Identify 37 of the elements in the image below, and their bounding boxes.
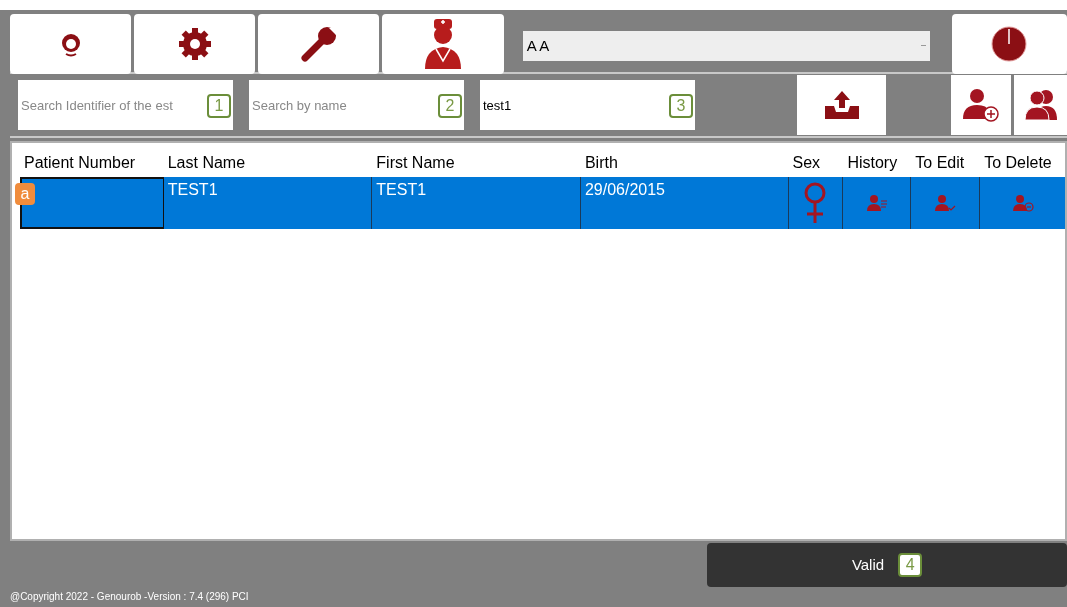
column-header[interactable]: Last Name (163, 151, 373, 177)
doctor-icon (423, 17, 464, 71)
column-header[interactable]: Birth (580, 151, 789, 177)
column-header[interactable]: Sex (788, 151, 844, 177)
table-cell: TEST1 (372, 177, 581, 229)
column-header[interactable]: First Name (372, 151, 581, 177)
patients-button[interactable] (1014, 75, 1067, 135)
copyright-text: @Copyright 2022 - Genourob -Version : 7.4 (296) PCI (10, 591, 250, 602)
callout-badge: 2 (438, 94, 462, 118)
add-user-icon (961, 87, 1001, 123)
column-header[interactable]: To Delete (980, 151, 1065, 177)
user-dropdown[interactable]: A A (522, 31, 930, 61)
users-icon (1022, 88, 1059, 122)
table-cell: 29/06/2015 (580, 177, 789, 229)
add-patient-button[interactable] (951, 75, 1011, 135)
callout-badge: 4 (898, 553, 923, 577)
female-icon (803, 182, 828, 224)
wrench-icon (298, 24, 339, 64)
valid-label: Valid (851, 554, 885, 575)
tools-button[interactable] (258, 14, 380, 74)
power-button[interactable] (951, 14, 1067, 74)
settings-button[interactable] (134, 14, 256, 74)
callout-badge: 1 (207, 94, 231, 118)
dropdown-value: A A (526, 35, 550, 56)
column-header[interactable]: Patient Number (20, 151, 164, 177)
support-button[interactable] (10, 14, 132, 74)
settings-icon (176, 26, 213, 62)
table-cell: TEST1 (163, 177, 373, 229)
callout-badge: a (15, 183, 35, 205)
column-header[interactable]: History (843, 151, 912, 177)
power-icon (991, 26, 1028, 62)
upload-button[interactable] (797, 75, 886, 135)
callout-badge: 3 (669, 94, 693, 118)
column-header[interactable]: To Edit (911, 151, 981, 177)
doctor-button[interactable] (382, 14, 504, 74)
valid-button[interactable]: Valid 4 (707, 543, 1067, 587)
caret-icon (920, 44, 926, 48)
